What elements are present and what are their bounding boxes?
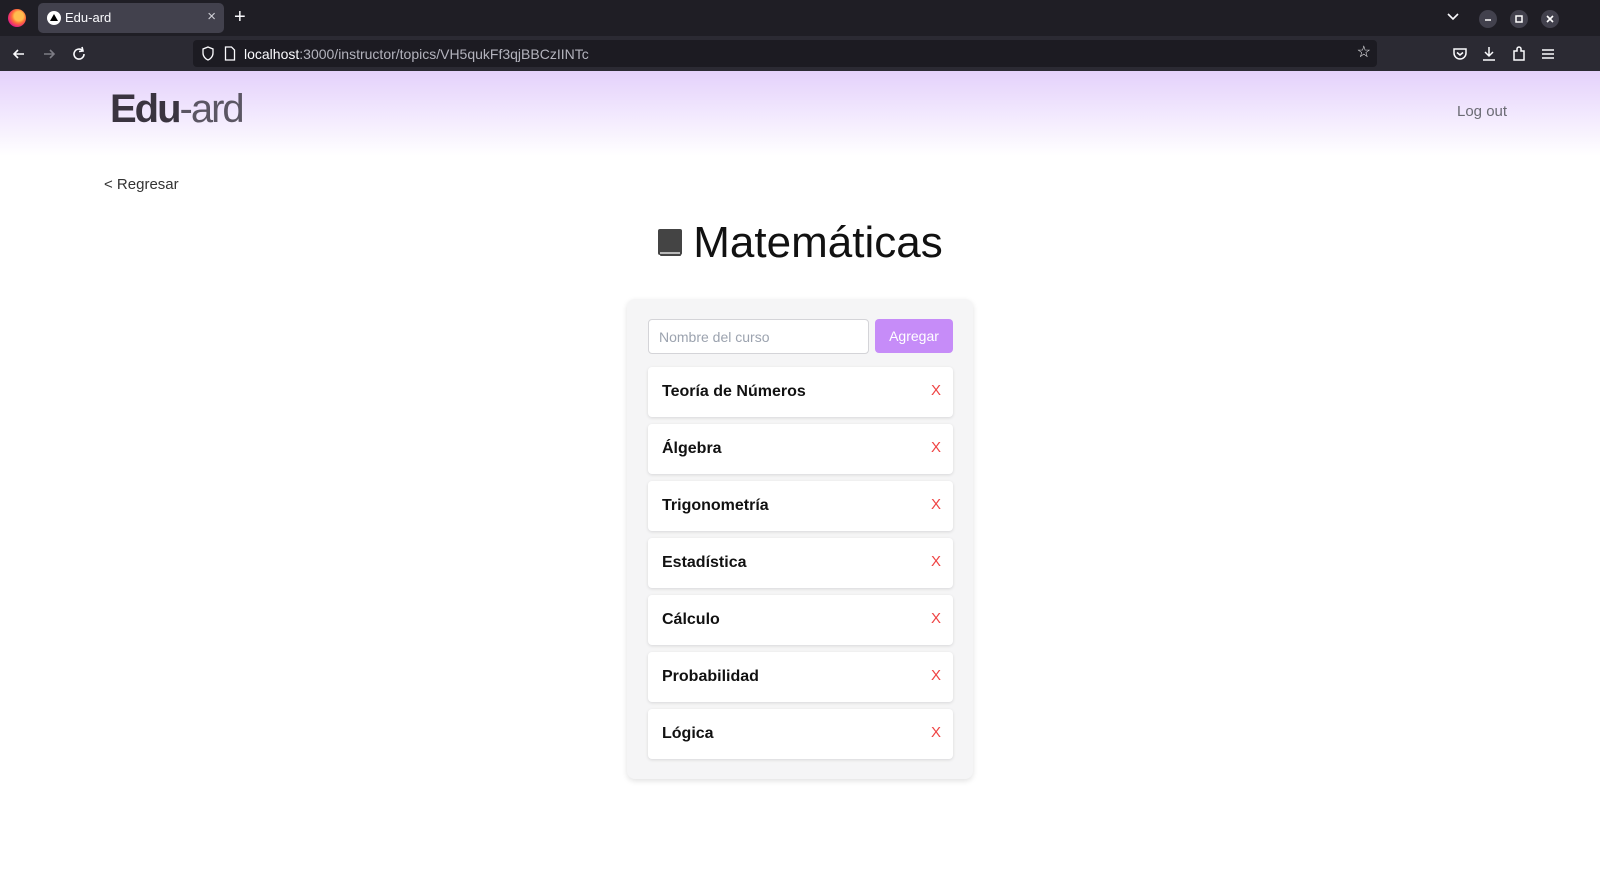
tab-close-icon[interactable]: × [207, 8, 216, 26]
tab-list-icon[interactable] [1446, 10, 1460, 24]
page-icon[interactable] [224, 46, 236, 61]
url-path: :3000/instructor/topics/VH5qukFf3qjBBCzI… [299, 46, 589, 62]
close-window-icon[interactable] [1541, 10, 1559, 28]
browser-nav-bar: localhost:3000/instructor/topics/VH5qukF… [0, 36, 1600, 71]
logout-link[interactable]: Log out [1457, 103, 1507, 120]
back-arrow-icon[interactable] [9, 44, 29, 64]
delete-course-button[interactable]: X [931, 667, 941, 684]
download-icon[interactable] [1479, 44, 1499, 64]
url-text[interactable]: localhost:3000/instructor/topics/VH5qukF… [244, 46, 589, 62]
add-course-button[interactable]: Agregar [875, 319, 953, 353]
brand-bold: Edu [110, 87, 182, 131]
course-item[interactable]: Teoría de Números X [648, 367, 953, 417]
course-list: Teoría de Números X Álgebra X Trigonomet… [648, 367, 953, 766]
minimize-icon[interactable] [1479, 10, 1497, 28]
course-item[interactable]: Álgebra X [648, 424, 953, 474]
delete-course-button[interactable]: X [931, 496, 941, 513]
course-item[interactable]: Trigonometría X [648, 481, 953, 531]
course-item[interactable]: Estadística X [648, 538, 953, 588]
delete-course-button[interactable]: X [931, 439, 941, 456]
course-name: Estadística [662, 554, 747, 571]
course-name: Lógica [662, 725, 714, 742]
course-item[interactable]: Lógica X [648, 709, 953, 759]
title-row: Matemáticas [0, 218, 1600, 268]
browser-tab-bar: Edu-ard × + [0, 0, 1600, 36]
shield-icon[interactable] [201, 46, 215, 61]
reload-icon[interactable] [69, 44, 89, 64]
delete-course-button[interactable]: X [931, 724, 941, 741]
brand-logo[interactable]: Edu-ard [110, 87, 245, 132]
courses-card: Agregar Teoría de Números X Álgebra X Tr… [627, 299, 973, 779]
new-tab-button[interactable]: + [234, 6, 246, 28]
page-header: Edu-ard Log out [0, 71, 1600, 156]
page-title: Matemáticas [693, 218, 943, 267]
back-link[interactable]: < Regresar [104, 176, 179, 193]
course-name: Cálculo [662, 611, 720, 628]
delete-course-button[interactable]: X [931, 553, 941, 570]
course-name-input[interactable] [648, 319, 869, 354]
course-name: Trigonometría [662, 497, 769, 514]
course-name: Teoría de Números [662, 383, 806, 400]
course-item[interactable]: Cálculo X [648, 595, 953, 645]
firefox-logo [8, 9, 26, 27]
course-name: Probabilidad [662, 668, 759, 685]
browser-tab[interactable]: Edu-ard × [38, 3, 224, 33]
tab-title: Edu-ard [65, 10, 112, 25]
star-icon[interactable]: ☆ [1357, 44, 1371, 62]
book-icon [658, 229, 683, 256]
course-name: Álgebra [662, 440, 722, 457]
pocket-icon[interactable] [1450, 44, 1470, 64]
url-bar[interactable]: localhost:3000/instructor/topics/VH5qukF… [193, 40, 1377, 67]
menu-icon[interactable] [1538, 44, 1558, 64]
url-host: localhost [244, 46, 300, 62]
delete-course-button[interactable]: X [931, 382, 941, 399]
extensions-icon[interactable] [1509, 44, 1529, 64]
tab-favicon-icon [47, 11, 61, 25]
course-item[interactable]: Probabilidad X [648, 652, 953, 702]
forward-arrow-icon[interactable] [39, 44, 59, 64]
maximize-icon[interactable] [1510, 10, 1528, 28]
brand-light: -ard [179, 87, 245, 131]
delete-course-button[interactable]: X [931, 610, 941, 627]
